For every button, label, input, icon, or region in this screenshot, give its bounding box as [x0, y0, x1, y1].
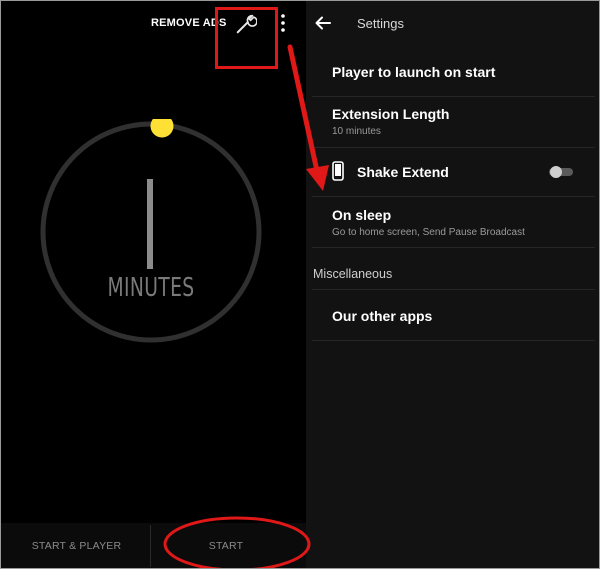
start-player-button[interactable]: START & PLAYER — [19, 540, 134, 552]
back-arrow-icon[interactable] — [314, 14, 332, 32]
minutes-label: MINUTES — [107, 273, 195, 303]
setting-title: Shake Extend — [357, 164, 449, 180]
screenshot-frame: REMOVE ADS MINUTES START & PLAYER START — [0, 0, 600, 569]
setting-title: Player to launch on start — [332, 64, 496, 80]
start-button[interactable]: START — [191, 540, 261, 552]
more-vert-icon[interactable] — [279, 13, 287, 33]
phone-shake-icon — [332, 161, 344, 181]
timer-screen: REMOVE ADS MINUTES START & PLAYER START — [1, 1, 306, 568]
setting-on-sleep[interactable]: On sleep Go to home screen, Send Pause B… — [312, 197, 595, 248]
setting-title: Extension Length — [332, 106, 450, 122]
minutes-value-digit — [147, 179, 153, 269]
timer-toolbar: REMOVE ADS — [1, 1, 306, 47]
remove-ads-button[interactable]: REMOVE ADS — [151, 17, 227, 29]
shake-extend-toggle[interactable] — [547, 165, 575, 179]
setting-player-to-launch[interactable]: Player to launch on start — [312, 47, 595, 97]
bottom-divider — [150, 525, 151, 567]
dial-handle — [150, 119, 174, 138]
wrench-icon[interactable] — [235, 13, 257, 35]
section-header-miscellaneous: Miscellaneous — [313, 267, 393, 281]
setting-other-apps[interactable]: Our other apps — [312, 290, 595, 341]
setting-subtitle: 10 minutes — [332, 126, 381, 137]
setting-extension-length[interactable]: Extension Length 10 minutes — [312, 97, 595, 148]
setting-title: Our other apps — [332, 308, 433, 324]
setting-title: On sleep — [332, 207, 392, 223]
settings-title: Settings — [357, 16, 404, 31]
setting-subtitle: Go to home screen, Send Pause Broadcast — [332, 227, 525, 238]
settings-screen: Settings Player to launch on start Exten… — [306, 1, 599, 568]
